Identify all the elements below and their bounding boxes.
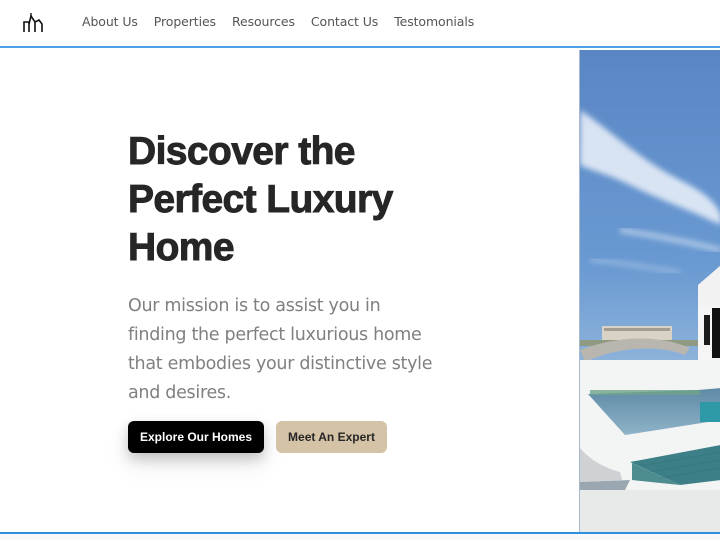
hero-subtitle-line: that embodies your distinctive style	[128, 354, 433, 374]
hero-title: Discover the Perfect Luxury Home	[128, 128, 468, 272]
main-nav: About Us Properties Resources Contact Us…	[82, 14, 490, 29]
house-roofs-logo-icon[interactable]	[22, 12, 44, 34]
hero-subtitle-line: finding the perfect luxurious home	[128, 325, 422, 345]
hero-title-line: Home	[128, 226, 235, 270]
nav-contact-us[interactable]: Contact Us	[311, 14, 378, 29]
hero-section: Discover the Perfect Luxury Home Our mis…	[128, 128, 468, 408]
explore-homes-button[interactable]: Explore Our Homes	[128, 421, 265, 453]
nav-about-us[interactable]: About Us	[82, 14, 138, 29]
meet-expert-button[interactable]: Meet An Expert	[276, 421, 387, 453]
hero-title-line: Perfect Luxury	[128, 178, 394, 222]
nav-resources[interactable]: Resources	[232, 14, 295, 29]
hero-title-line: Discover the	[128, 130, 356, 174]
bottom-strip	[0, 534, 720, 540]
hero-buttons: Explore Our Homes Meet An Expert	[128, 421, 387, 453]
hero-subtitle-line: and desires.	[128, 383, 231, 403]
hero-subtitle: Our mission is to assist you in finding …	[128, 292, 468, 408]
villa-pool-photo	[580, 50, 720, 532]
nav-properties[interactable]: Properties	[154, 14, 216, 29]
nav-testimonials[interactable]: Testomonials	[394, 14, 474, 29]
page: About Us Properties Resources Contact Us…	[0, 0, 720, 540]
site-header: About Us Properties Resources Contact Us…	[0, 0, 720, 48]
hero-subtitle-line: Our mission is to assist you in	[128, 296, 381, 316]
hero-image	[579, 50, 720, 532]
